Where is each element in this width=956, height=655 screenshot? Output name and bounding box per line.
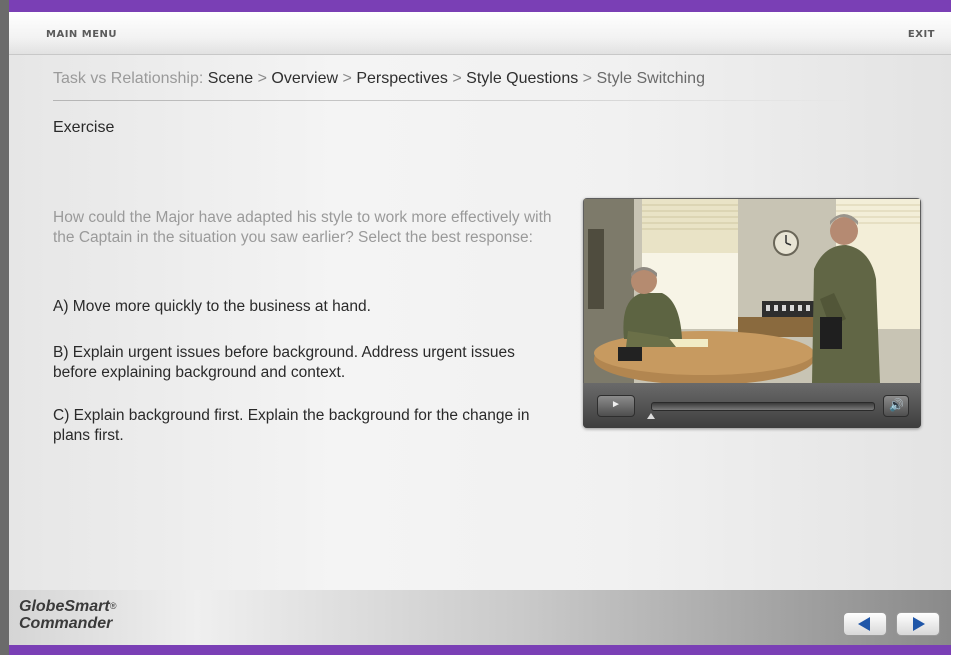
section-title: Exercise [53, 119, 115, 136]
globesmart-logo: GlobeSmart® Commander [19, 598, 116, 632]
play-icon: ► [611, 399, 621, 410]
arrow-left-icon [858, 617, 870, 631]
breadcrumb-separator: > [342, 70, 352, 87]
progress-scrubber[interactable] [647, 413, 655, 419]
footer: GlobeSmart® Commander [9, 590, 951, 645]
breadcrumb-overview[interactable]: Overview [271, 70, 338, 87]
progress-track[interactable] [651, 402, 875, 411]
right-edge [951, 0, 956, 655]
main-menu-link[interactable]: MAIN MENU [46, 29, 117, 40]
menu-bar: MAIN MENU EXIT [9, 12, 951, 55]
answer-option-c[interactable]: C) Explain background first. Explain the… [53, 406, 553, 446]
volume-button[interactable]: 🔊 [883, 395, 909, 417]
breadcrumb-separator: > [582, 70, 593, 87]
player-controls: ► 🔊 [583, 383, 921, 428]
previous-button[interactable] [843, 612, 887, 636]
top-accent-bar [9, 0, 951, 12]
logo-line-1: GlobeSmart [19, 598, 110, 615]
logo-line-2: Commander [19, 615, 113, 632]
breadcrumb-separator: > [452, 70, 462, 87]
breadcrumb: Task vs Relationship: Scene > Overview >… [53, 70, 705, 88]
breadcrumb-current: Style Switching [596, 70, 705, 87]
breadcrumb-style-questions[interactable]: Style Questions [466, 70, 578, 87]
answer-option-a[interactable]: A) Move more quickly to the business at … [53, 297, 553, 317]
exit-link[interactable]: EXIT [908, 29, 935, 40]
video-frame[interactable] [584, 199, 920, 383]
content-panel: MAIN MENU EXIT Task vs Relationship: Sce… [9, 12, 951, 590]
volume-icon: 🔊 [889, 398, 904, 412]
answer-option-b[interactable]: B) Explain urgent issues before backgrou… [53, 343, 553, 383]
arrow-right-icon [913, 617, 925, 631]
question-text: How could the Major have adapted his sty… [53, 209, 552, 246]
breadcrumb-prefix: Task vs Relationship: [53, 70, 204, 87]
video-player: ► 🔊 [583, 198, 921, 428]
video-scene-image [584, 199, 920, 383]
breadcrumb-divider [53, 100, 853, 101]
left-rail [0, 0, 9, 655]
bottom-accent-bar [9, 645, 951, 655]
play-button[interactable]: ► [597, 395, 635, 417]
next-button[interactable] [896, 612, 940, 636]
breadcrumb-separator: > [257, 70, 267, 87]
logo-registered-mark: ® [109, 601, 117, 611]
breadcrumb-perspectives[interactable]: Perspectives [356, 70, 448, 87]
breadcrumb-scene[interactable]: Scene [208, 70, 253, 87]
